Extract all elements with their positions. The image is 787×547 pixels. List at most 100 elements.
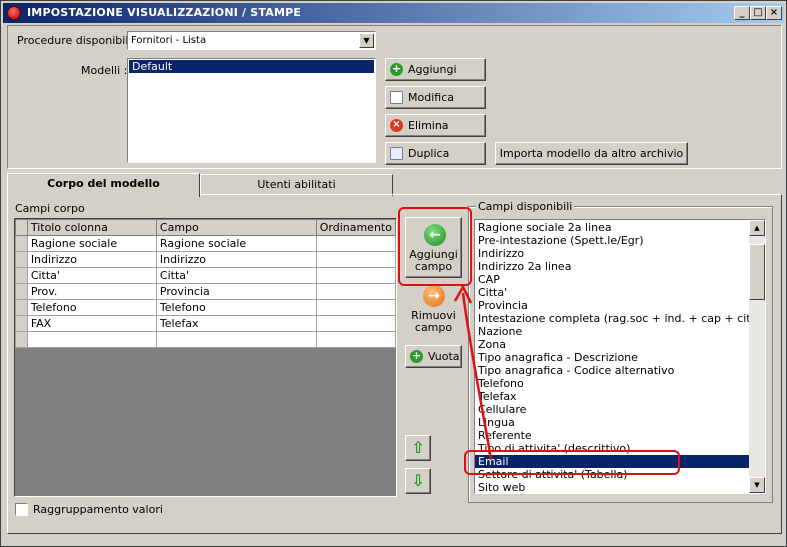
table-row[interactable]: [15, 331, 397, 348]
table-row[interactable]: Telefono Telefono: [15, 299, 397, 316]
available-field-item[interactable]: Cellulare: [475, 403, 749, 416]
cell-order[interactable]: [315, 251, 397, 268]
available-field-item[interactable]: Indirizzo: [475, 247, 749, 260]
list-item[interactable]: Default: [129, 60, 374, 73]
available-field-item[interactable]: Provincia: [475, 299, 749, 312]
row-indicator[interactable]: [15, 315, 28, 332]
available-field-item[interactable]: Intestazione completa (rag.soc + ind. + …: [475, 312, 749, 325]
available-field-item[interactable]: Tipo anagrafica - Descrizione: [475, 351, 749, 364]
available-field-item[interactable]: Citta': [475, 286, 749, 299]
procedure-select[interactable]: Fornitori - Lista ▼: [127, 31, 376, 50]
vertical-scrollbar[interactable]: ▲ ▼: [749, 220, 765, 493]
group-values-checkbox[interactable]: [15, 503, 28, 516]
arrow-up-icon: ⇧: [411, 438, 425, 457]
scroll-up-icon[interactable]: ▲: [749, 220, 765, 236]
available-field-item[interactable]: Sito web: [475, 481, 749, 494]
table-row[interactable]: Indirizzo Indirizzo: [15, 251, 397, 268]
cell-field[interactable]: Ragione sociale: [155, 235, 317, 252]
body-fields-label: Campi corpo: [15, 202, 85, 215]
move-up-button[interactable]: ⇧: [405, 435, 431, 461]
import-model-button[interactable]: Importa modello da altro archivio: [495, 142, 688, 165]
cell-title[interactable]: Indirizzo: [26, 251, 157, 268]
column-header-field[interactable]: Campo: [155, 219, 317, 236]
cell-order[interactable]: [315, 315, 397, 332]
highlight-add-field: [398, 207, 472, 286]
cell-title[interactable]: FAX: [26, 315, 157, 332]
cell-order[interactable]: [315, 283, 397, 300]
row-indicator[interactable]: [15, 251, 28, 268]
cell-field[interactable]: Citta': [155, 267, 317, 284]
chevron-down-icon[interactable]: ▼: [359, 33, 374, 48]
cell-field[interactable]: Provincia: [155, 283, 317, 300]
row-indicator[interactable]: [15, 283, 28, 300]
cell-field[interactable]: Indirizzo: [155, 251, 317, 268]
models-list[interactable]: Default: [127, 58, 376, 163]
available-field-item[interactable]: Telefax: [475, 390, 749, 403]
maximize-button[interactable]: □: [750, 6, 766, 20]
row-indicator[interactable]: [15, 235, 28, 252]
modify-model-label: Modifica: [408, 91, 454, 104]
scroll-down-icon[interactable]: ▼: [749, 477, 765, 493]
cell-order[interactable]: [315, 267, 397, 284]
arrow-down-icon: ⇩: [411, 471, 425, 490]
duplicate-model-label: Duplica: [408, 147, 450, 160]
cell-field[interactable]: [155, 331, 317, 348]
duplicate-icon: [390, 147, 403, 160]
add-model-button[interactable]: + Aggiungi: [385, 58, 486, 81]
scroll-thumb[interactable]: [749, 244, 765, 300]
cell-title[interactable]: Telefono: [26, 299, 157, 316]
models-label: Modelli :: [81, 64, 128, 77]
cell-field[interactable]: Telefono: [155, 299, 317, 316]
column-header-order[interactable]: Ordinamento: [315, 219, 397, 236]
procedure-label: Procedure disponibili :: [17, 34, 139, 47]
body-fields-grid[interactable]: Titolo colonna Campo Ordinamento Ragione…: [14, 218, 397, 497]
import-model-label: Importa modello da altro archivio: [499, 147, 684, 160]
cell-order[interactable]: [315, 331, 397, 348]
table-row[interactable]: Ragione sociale Ragione sociale: [15, 235, 397, 252]
available-field-item[interactable]: Ragione sociale 2a linea: [475, 221, 749, 234]
window-title: IMPOSTAZIONE VISUALIZZAZIONI / STAMPE: [27, 6, 302, 19]
title-bar[interactable]: IMPOSTAZIONE VISUALIZZAZIONI / STAMPE _ …: [3, 3, 784, 23]
tab-corpo-del-modello[interactable]: Corpo del modello: [7, 173, 200, 197]
available-field-item[interactable]: Nazione: [475, 325, 749, 338]
available-field-item[interactable]: Telefono: [475, 377, 749, 390]
tab-utenti-abilitati[interactable]: Utenti abilitati: [200, 174, 393, 196]
available-field-item[interactable]: Lingua: [475, 416, 749, 429]
modify-model-button[interactable]: Modifica: [385, 86, 486, 109]
available-field-item[interactable]: Pre-intestazione (Spett.le/Egr): [475, 234, 749, 247]
available-field-item[interactable]: Tipo anagrafica - Codice alternativo: [475, 364, 749, 377]
available-field-item[interactable]: Zona: [475, 338, 749, 351]
duplicate-model-button[interactable]: Duplica: [385, 142, 486, 165]
cell-order[interactable]: [315, 299, 397, 316]
group-values-label: Raggruppamento valori: [33, 503, 163, 516]
plus-circle-icon: +: [410, 349, 423, 363]
minimize-button[interactable]: _: [734, 6, 750, 20]
delete-model-button[interactable]: × Elimina: [385, 114, 486, 137]
cell-order[interactable]: [315, 235, 397, 252]
grid-corner: [15, 219, 28, 236]
available-field-item[interactable]: Referente: [475, 429, 749, 442]
table-row[interactable]: Prov. Provincia: [15, 283, 397, 300]
table-row[interactable]: FAX Telefax: [15, 315, 397, 332]
available-field-item[interactable]: Indirizzo 2a linea: [475, 260, 749, 273]
app-icon: [7, 6, 21, 20]
available-field-item[interactable]: CAP: [475, 273, 749, 286]
delete-model-label: Elimina: [408, 119, 449, 132]
move-down-button[interactable]: ⇩: [405, 468, 431, 494]
row-indicator[interactable]: [15, 299, 28, 316]
delete-icon: ×: [390, 119, 403, 132]
cell-title[interactable]: [26, 331, 157, 348]
table-row[interactable]: Citta' Citta': [15, 267, 397, 284]
cell-field[interactable]: Telefax: [155, 315, 317, 332]
column-header-title[interactable]: Titolo colonna: [26, 219, 157, 236]
edit-icon: [390, 91, 403, 104]
cell-title[interactable]: Prov.: [26, 283, 157, 300]
cell-title[interactable]: Ragione sociale: [26, 235, 157, 252]
cell-title[interactable]: Citta': [26, 267, 157, 284]
annotation-arrow: [453, 284, 493, 460]
plus-circle-icon: +: [390, 62, 403, 76]
row-indicator[interactable]: [15, 267, 28, 284]
row-indicator[interactable]: [15, 331, 28, 348]
close-button[interactable]: ×: [766, 6, 782, 20]
add-model-label: Aggiungi: [408, 63, 457, 76]
